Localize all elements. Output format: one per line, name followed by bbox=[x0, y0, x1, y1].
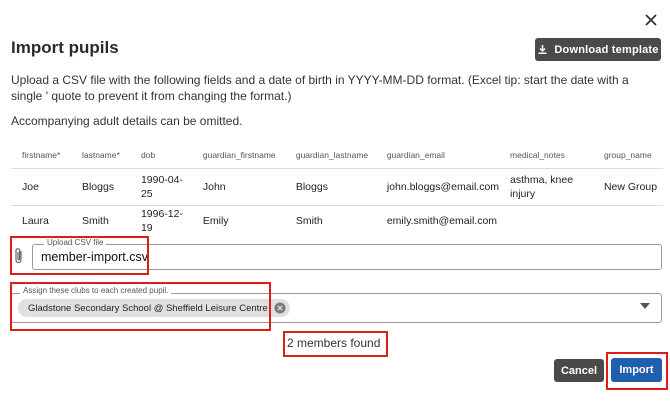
column-header: firstname* bbox=[11, 142, 71, 169]
paperclip-icon[interactable] bbox=[13, 247, 25, 265]
members-found-status: 2 members found bbox=[287, 336, 381, 350]
import-pupils-dialog: Import pupils Download template Upload a… bbox=[0, 0, 670, 401]
table-row: Laura Smith 1996-12-19 Emily Smith emily… bbox=[11, 206, 663, 237]
table-cell: New Group bbox=[592, 168, 663, 206]
instructions-text: Upload a CSV file with the following fie… bbox=[11, 73, 629, 103]
table-cell: Bloggs bbox=[70, 168, 130, 206]
table-header-row: firstname* lastname* dob guardian_firstn… bbox=[11, 142, 663, 169]
csv-file-name: member-import.csv bbox=[41, 250, 148, 264]
import-button[interactable]: Import bbox=[611, 358, 662, 382]
csv-file-input-label: Upload CSV file bbox=[44, 238, 107, 247]
download-template-button[interactable]: Download template bbox=[535, 38, 661, 61]
csv-example-table: firstname* lastname* dob guardian_firstn… bbox=[11, 142, 663, 236]
adult-details-note: Accompanying adult details can be omitte… bbox=[11, 114, 243, 128]
table-cell: Laura bbox=[22, 215, 49, 227]
table-cell: Smith bbox=[295, 215, 323, 227]
column-header: guardian_lastname bbox=[284, 142, 376, 169]
table-row: Joe Bloggs 1990-04-25 John Bloggs john.b… bbox=[11, 168, 663, 206]
column-header: dob bbox=[129, 142, 192, 169]
remove-chip-icon[interactable] bbox=[274, 302, 286, 314]
column-header: guardian_firstname bbox=[191, 142, 285, 169]
close-icon[interactable] bbox=[640, 9, 662, 31]
club-chip: Gladstone Secondary School @ Sheffield L… bbox=[18, 299, 290, 317]
table-cell: asthma, knee injury bbox=[499, 168, 593, 206]
table-cell: 1996-12-19 bbox=[140, 208, 183, 234]
column-header: lastname* bbox=[70, 142, 130, 169]
column-header: medical_notes bbox=[499, 142, 593, 169]
table-cell: Smith bbox=[81, 215, 109, 227]
clubs-select-label: Assign these clubs to each created pupil… bbox=[20, 286, 172, 295]
cancel-button[interactable]: Cancel bbox=[554, 359, 604, 382]
club-chip-label: Gladstone Secondary School @ Sheffield L… bbox=[28, 302, 268, 314]
column-header: guardian_email bbox=[375, 142, 500, 169]
table-cell bbox=[593, 206, 663, 237]
table-cell: john.bloggs@email.com bbox=[375, 168, 500, 206]
column-header: group_name bbox=[592, 142, 663, 169]
dialog-title: Import pupils bbox=[11, 38, 119, 57]
table-cell: emily.smith@email.com bbox=[386, 215, 498, 227]
table-cell: 1990-04-25 bbox=[129, 168, 192, 206]
table-cell: Emily bbox=[202, 215, 229, 227]
table-cell: Joe bbox=[11, 168, 71, 206]
table-cell: Bloggs bbox=[284, 168, 376, 206]
table-cell: John bbox=[191, 168, 285, 206]
download-template-label: Download template bbox=[554, 43, 659, 56]
download-icon bbox=[538, 45, 547, 54]
table-cell bbox=[499, 206, 593, 237]
dropdown-arrow-icon[interactable] bbox=[639, 301, 651, 311]
